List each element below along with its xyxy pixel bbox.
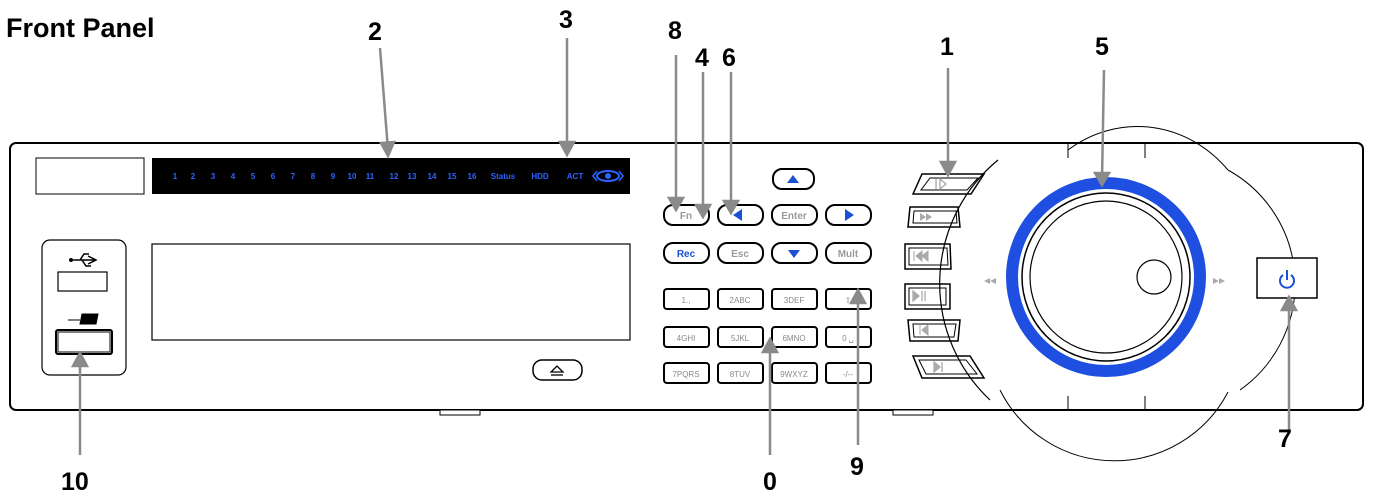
- led-label: 10: [348, 172, 357, 181]
- esc-label: Esc: [731, 249, 749, 260]
- esc-button[interactable]: Esc: [717, 242, 764, 264]
- play-button[interactable]: [911, 173, 986, 195]
- keypad-key-label: 1.,: [682, 296, 691, 305]
- up-button[interactable]: [772, 168, 815, 190]
- callout-1: 1: [940, 33, 954, 61]
- dvd-tray: [151, 243, 631, 341]
- power-button[interactable]: [1256, 257, 1318, 299]
- keypad-key-label: -/--: [843, 370, 854, 379]
- led-label: HDD: [531, 172, 549, 181]
- enter-label: Enter: [781, 211, 807, 222]
- led-label: 4: [231, 172, 236, 181]
- keypad-key-label: 5JKL: [731, 334, 750, 343]
- led-label: 16: [468, 172, 477, 181]
- rec-button[interactable]: Rec: [663, 242, 710, 264]
- slow-reverse-button[interactable]: [907, 319, 961, 342]
- keypad-key[interactable]: 6MNO: [771, 326, 818, 348]
- keypad-key[interactable]: -/--: [825, 362, 872, 384]
- front-panel-diagram: Front Panel 1 2 3 4 5 6 7 8 9 10 11 12 13 14 15 16 Statu…: [6, 6, 1364, 496]
- keypad-key[interactable]: 8TUV: [717, 362, 764, 384]
- led-label: ACT: [567, 172, 584, 181]
- callout-2: 2: [368, 18, 382, 46]
- callout-6: 6: [722, 44, 736, 72]
- keypad-key[interactable]: 0 ␣: [825, 326, 872, 348]
- led-label: 9: [331, 172, 336, 181]
- enter-button[interactable]: Enter: [771, 204, 818, 226]
- led-label: 1: [173, 172, 178, 181]
- callout-3: 3: [559, 6, 573, 34]
- keypad-key-label: 7PQRS: [672, 370, 699, 379]
- keypad-key[interactable]: 3DEF: [771, 288, 818, 310]
- led-label: Status: [491, 172, 516, 181]
- callout-5: 5: [1095, 33, 1109, 61]
- keypad-key-label: 8TUV: [730, 370, 751, 379]
- keypad-key-label: 0 ␣: [842, 334, 854, 343]
- keypad-key-label: 6MNO: [782, 334, 805, 343]
- led-label: 8: [311, 172, 316, 181]
- mult-button[interactable]: Mult: [825, 242, 872, 264]
- led-label: 15: [448, 172, 457, 181]
- led-label: 2: [191, 172, 196, 181]
- keypad-key-label: 9WXYZ: [780, 370, 808, 379]
- led-label: 3: [211, 172, 216, 181]
- keypad-key-label: 3DEF: [784, 296, 805, 305]
- fn-label: Fn: [680, 211, 692, 222]
- led-label: 14: [428, 172, 437, 181]
- keypad-key[interactable]: 1.,: [663, 288, 710, 310]
- led-label: 12: [390, 172, 399, 181]
- label-plate: [35, 157, 145, 195]
- mult-label: Mult: [838, 249, 859, 260]
- down-button[interactable]: [771, 242, 818, 264]
- led-label: 7: [291, 172, 296, 181]
- keypad-key[interactable]: 7PQRS: [663, 362, 710, 384]
- callout-9: 9: [850, 453, 864, 481]
- keypad-key-label: 2ABC: [730, 296, 751, 305]
- chassis-foot-right: [892, 409, 934, 416]
- keypad-key[interactable]: 4GHI: [663, 326, 710, 348]
- led-label: 6: [271, 172, 276, 181]
- callout-4: 4: [695, 44, 709, 72]
- keypad-key[interactable]: 9WXYZ: [771, 362, 818, 384]
- page-title: Front Panel: [6, 13, 155, 43]
- eject-button[interactable]: [532, 359, 583, 381]
- usb-port[interactable]: [57, 271, 108, 292]
- keypad-key[interactable]: 5JKL: [717, 326, 764, 348]
- fast-forward-button[interactable]: [907, 206, 961, 228]
- keypad-key-label: 4GHI: [677, 334, 696, 343]
- usb-port-2[interactable]: [55, 329, 113, 355]
- left-button[interactable]: [717, 204, 764, 226]
- rec-label: Rec: [677, 249, 696, 260]
- led-label: 11: [366, 172, 375, 181]
- callout-8: 8: [668, 17, 682, 45]
- play-pause-button[interactable]: [904, 283, 951, 310]
- callout-0: 0: [763, 468, 777, 496]
- led-label: 13: [408, 172, 417, 181]
- keypad-key[interactable]: 2ABC: [717, 288, 764, 310]
- led-label: 5: [251, 172, 256, 181]
- callout-7: 7: [1278, 425, 1292, 453]
- chassis-foot-left: [439, 409, 481, 416]
- callout-10: 10: [61, 468, 89, 496]
- right-button[interactable]: [825, 204, 872, 226]
